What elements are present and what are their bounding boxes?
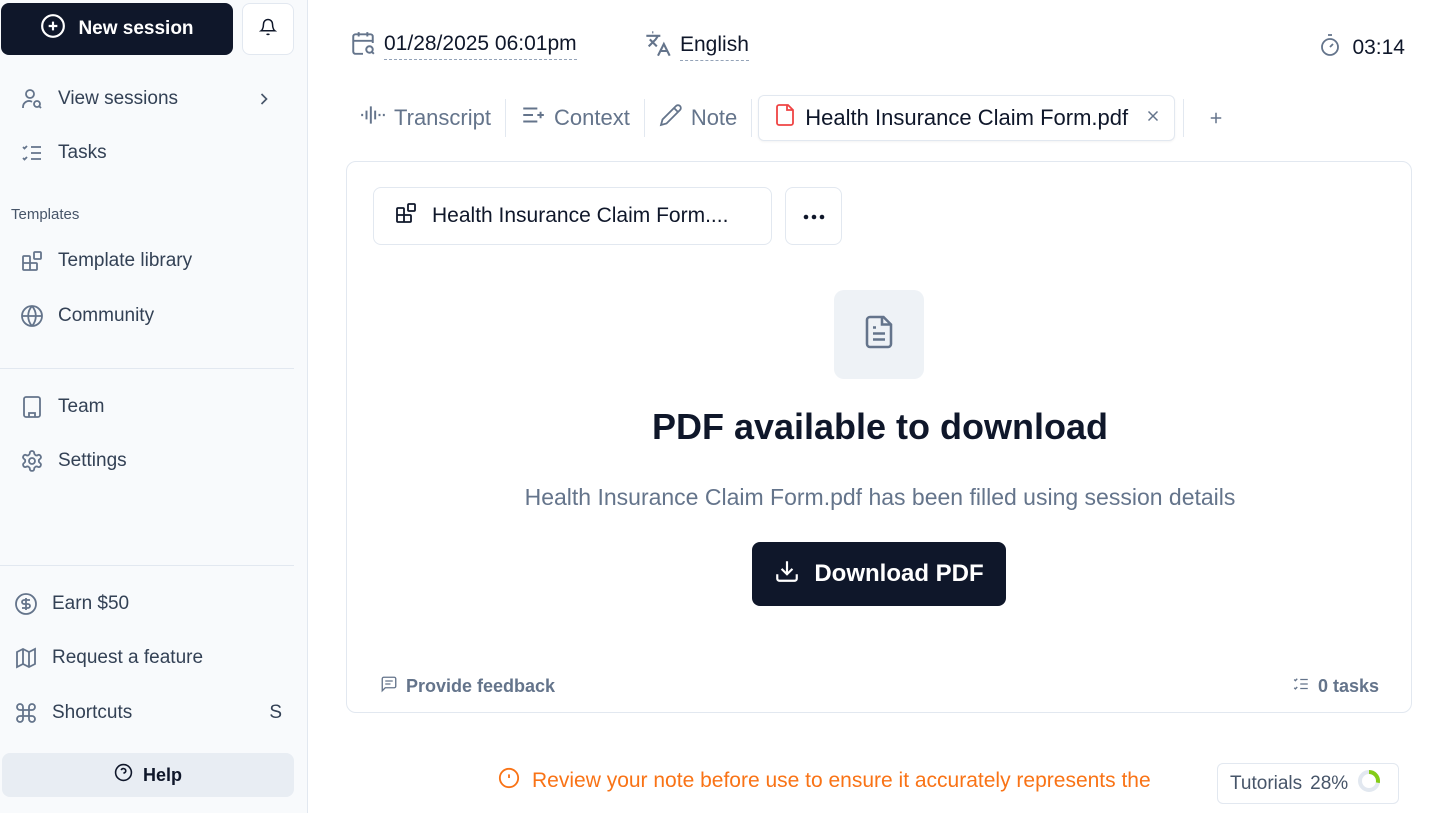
review-warning: Review your note before use to ensure it… — [498, 767, 1151, 795]
blocks-icon — [394, 201, 418, 231]
new-session-label: New session — [78, 18, 194, 39]
help-button[interactable]: Help — [2, 753, 294, 797]
document-icon-box — [834, 290, 924, 379]
sidebar-item-team[interactable]: Team — [0, 385, 294, 429]
globe-icon — [20, 304, 44, 328]
plus-circle-icon — [40, 13, 66, 45]
command-icon — [14, 701, 38, 725]
translate-icon — [644, 30, 672, 64]
tasks-count-button[interactable]: 0 tasks — [1292, 675, 1379, 698]
tab-label: Transcript — [394, 105, 491, 130]
datetime-value: 01/28/2025 06:01pm — [384, 32, 577, 60]
blocks-icon — [20, 249, 44, 273]
sidebar-item-label: Community — [58, 305, 155, 326]
add-tab-button[interactable] — [1202, 103, 1230, 134]
dollar-circle-icon — [14, 592, 38, 616]
feedback-label: Provide feedback — [406, 676, 556, 696]
language-value: English — [680, 33, 749, 61]
help-label: Help — [142, 764, 182, 785]
footer-item-label: Earn $50 — [52, 593, 130, 614]
bell-icon — [258, 18, 278, 41]
shortcuts-link[interactable]: Shortcuts S — [0, 691, 294, 735]
alert-circle-icon — [498, 767, 520, 795]
map-icon — [14, 646, 38, 670]
sidebar-item-label: Team — [58, 396, 105, 417]
notifications-button[interactable] — [242, 3, 294, 55]
download-icon — [774, 558, 800, 591]
earn-referral-link[interactable]: Earn $50 — [0, 582, 294, 626]
text-plus-icon — [520, 102, 546, 134]
pdf-ready-title: PDF available to download — [651, 406, 1109, 447]
sidebar-item-view-sessions[interactable]: View sessions — [0, 77, 294, 121]
download-pdf-button[interactable]: Download PDF — [752, 542, 1006, 606]
sidebar-item-community[interactable]: Community — [0, 294, 294, 338]
ellipsis-icon — [803, 207, 825, 225]
user-search-icon — [20, 87, 44, 111]
list-checks-icon — [20, 141, 44, 165]
progress-ring-icon — [1356, 768, 1382, 800]
tab-separator — [1183, 99, 1185, 137]
sidebar-item-template-library[interactable]: Template library — [0, 239, 294, 283]
session-datetime[interactable]: 01/28/2025 06:01pm — [350, 30, 577, 62]
sidebar-item-label: Tasks — [58, 142, 107, 163]
sidebar-divider — [0, 565, 294, 566]
tab-pdf-document[interactable]: Health Insurance Claim Form.pdf — [758, 95, 1176, 141]
sidebar-divider — [0, 368, 294, 369]
download-label: Download PDF — [814, 560, 984, 587]
audio-waveform-icon — [360, 102, 386, 134]
pencil-icon — [659, 103, 683, 133]
note-tabs: Transcript Context Note Health Insurance… — [346, 93, 1230, 143]
template-selector[interactable]: Health Insurance Claim Form.... — [373, 187, 772, 245]
sidebar-item-label: Settings — [58, 450, 127, 471]
tutorials-percent: 28% — [1310, 772, 1349, 794]
pdf-ready-subtitle: Health Insurance Claim Form.pdf has been… — [524, 484, 1236, 510]
sidebar-item-tasks[interactable]: Tasks — [0, 131, 294, 175]
more-options-button[interactable] — [785, 187, 842, 245]
footer-item-label: Shortcuts — [52, 702, 133, 723]
close-icon[interactable] — [1144, 105, 1162, 131]
language-selector[interactable]: English — [644, 30, 749, 64]
shortcut-key: S — [269, 702, 282, 723]
provide-feedback-link[interactable]: Provide feedback — [380, 675, 555, 698]
pdf-file-icon — [773, 102, 797, 134]
tutorials-label: Tutorials — [1230, 772, 1303, 794]
gear-icon — [20, 449, 44, 473]
timer-value: 03:14 — [1352, 36, 1405, 59]
help-circle-icon — [114, 763, 133, 787]
tasks-count-label: 0 tasks — [1317, 676, 1379, 696]
template-name: Health Insurance Claim Form.... — [432, 204, 729, 227]
footer-item-label: Request a feature — [52, 647, 204, 668]
sidebar-item-label: Template library — [58, 250, 193, 271]
request-feature-link[interactable]: Request a feature — [0, 636, 294, 680]
building-icon — [20, 395, 44, 419]
sidebar-item-label: View sessions — [58, 88, 179, 109]
tab-label: Health Insurance Claim Form.pdf — [805, 105, 1129, 130]
chevron-right-icon — [254, 87, 274, 117]
list-checks-icon — [1292, 675, 1310, 698]
file-text-icon — [861, 314, 897, 355]
tab-label: Context — [553, 105, 630, 130]
stopwatch-icon — [1318, 33, 1342, 63]
calendar-search-icon — [350, 30, 376, 62]
tutorials-button[interactable]: Tutorials 28% — [1217, 763, 1399, 804]
tab-separator — [751, 99, 753, 137]
plus-icon — [1207, 103, 1225, 133]
warning-text: Review your note before use to ensure it… — [532, 769, 1151, 792]
session-timer: 03:14 — [1318, 33, 1405, 63]
templates-section-label: Templates — [11, 206, 80, 223]
tab-transcript[interactable]: Transcript — [346, 95, 505, 141]
tab-label: Note — [690, 105, 738, 130]
message-square-text-icon — [380, 675, 398, 698]
new-session-button[interactable]: New session — [1, 3, 233, 55]
sidebar-item-settings[interactable]: Settings — [0, 439, 294, 483]
tab-context[interactable]: Context — [506, 95, 644, 141]
document-panel: Health Insurance Claim Form.... PDF avai… — [346, 161, 1412, 713]
tab-note[interactable]: Note — [645, 95, 751, 141]
sidebar: New session View sessions Tasks Template… — [0, 0, 308, 813]
